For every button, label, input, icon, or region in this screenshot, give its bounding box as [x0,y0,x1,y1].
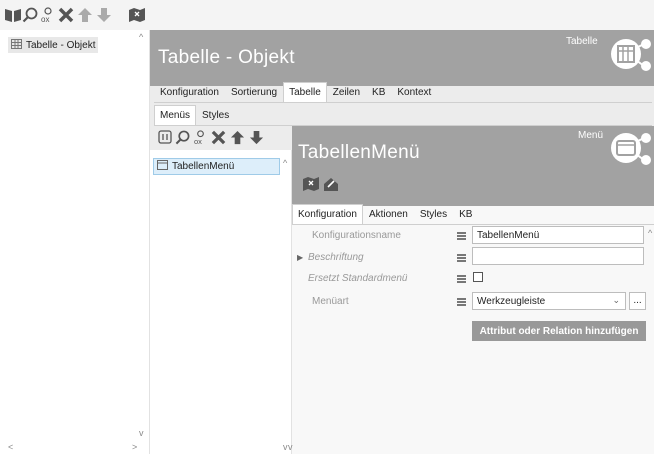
tree-item-tabelle-objekt[interactable]: Tabelle - Objekt [8,37,99,53]
tab-zeilen[interactable]: Zeilen [327,82,366,102]
detail-title: TabellenMenü [298,142,420,163]
konfigurationsname-label: Konfigurationsname [312,230,401,241]
filter-ox-icon[interactable]: ox [193,130,208,145]
object-tree-panel: Tabelle - Objekt ^ v < > [0,30,150,454]
page-title: Tabelle - Objekt [158,47,295,68]
menueart-value: Werkzeugleiste [477,296,546,307]
search-icon[interactable] [22,6,38,24]
menu-lines-icon[interactable] [457,298,466,306]
tab-aktionen[interactable]: Aktionen [363,204,414,224]
menu-lines-icon[interactable] [457,275,466,283]
scroll-up-icon[interactable]: ^ [139,32,143,42]
scroll-down-icon[interactable]: v [288,442,293,452]
move-up-icon[interactable] [77,6,93,24]
tab-tabelle[interactable]: Tabelle [283,82,327,102]
menu-list: TabellenMenü ^ v [150,150,292,454]
menu-detail-panel: TabellenMenü Menü Konfiguration Aktionen… [288,126,654,454]
main-toolbar: ox [0,0,654,30]
vertical-scrollbar[interactable]: ^ v [137,30,149,442]
scroll-up-icon[interactable]: ^ [283,158,287,168]
tab-sortierung[interactable]: Sortierung [225,82,283,102]
details-icon[interactable] [158,130,172,144]
tab-konfiguration[interactable]: Konfiguration [154,82,225,102]
object-header: Tabelle - Objekt Tabelle [150,30,654,86]
detail-header: TabellenMenü Menü [292,126,654,206]
tab-kb[interactable]: KB [366,82,391,102]
tree-item-label: Tabelle - Objekt [26,39,96,51]
table-icon [11,38,22,52]
main-tabbar: Konfiguration Sortierung Tabelle Zeilen … [154,82,652,103]
map-icon[interactable] [302,176,320,192]
tab-konfiguration[interactable]: Konfiguration [292,204,363,224]
scroll-right-icon[interactable]: > [132,442,137,452]
search-icon[interactable] [175,130,190,145]
delete-icon[interactable] [58,6,74,24]
beschriftung-field[interactable] [472,247,644,265]
move-up-icon[interactable] [230,130,245,145]
scroll-down-icon[interactable]: v [139,428,144,438]
konfigurationsname-field[interactable]: TabellenMenü [472,226,644,244]
tab-menues[interactable]: Menüs [154,105,197,125]
expand-arrow-icon[interactable]: ▶ [297,253,303,262]
list-item-label: TabellenMenü [172,161,235,172]
sub-tabbar: Menüs Styles [154,105,652,126]
add-attribute-relation-button[interactable]: Attribut oder Relation hinzufügen [472,321,646,341]
svg-text:ox: ox [41,15,49,23]
chevron-down-icon[interactable]: ⌄ [612,295,620,306]
table-type-icon [606,34,652,83]
header-type-label: Tabelle [566,36,598,47]
svg-text:ox: ox [194,137,202,145]
menu-lines-icon[interactable] [457,254,466,262]
ersetzt-standardmenue-label: Ersetzt Standardmenü [308,273,408,284]
book-icon[interactable] [4,6,22,24]
scroll-left-icon[interactable]: < [8,442,13,452]
beschriftung-label: Beschriftung [308,252,364,263]
menu-lines-icon[interactable] [457,232,466,240]
ersetzt-standardmenue-checkbox[interactable] [473,272,483,282]
tab-styles[interactable]: Styles [196,105,235,125]
menu-type-icon [606,128,652,177]
menueart-select[interactable]: Werkzeugleiste ⌄ [472,292,626,310]
menueart-label: Menüart [312,296,349,307]
map-edit-icon[interactable] [322,176,340,192]
delete-icon[interactable] [211,130,226,145]
move-down-icon[interactable] [249,130,264,145]
list-item-tabellenmenue[interactable]: TabellenMenü [153,158,280,175]
more-button[interactable]: ... [629,292,646,310]
tab-kb[interactable]: KB [453,204,478,224]
move-down-icon[interactable] [96,6,112,24]
tab-kontext[interactable]: Kontext [391,82,437,102]
tab-styles[interactable]: Styles [414,204,453,224]
map-icon[interactable] [128,6,146,24]
scroll-up-icon[interactable]: ^ [648,228,652,238]
menu-list-toolbar: ox [156,128,290,148]
menu-icon [157,160,168,173]
detail-tabbar: Konfiguration Aktionen Styles KB [292,204,654,225]
detail-type-label: Menü [578,130,604,141]
horizontal-scrollbar[interactable]: < > [0,442,150,454]
filter-ox-icon[interactable]: ox [40,6,56,24]
scroll-down-icon[interactable]: v [283,442,288,452]
